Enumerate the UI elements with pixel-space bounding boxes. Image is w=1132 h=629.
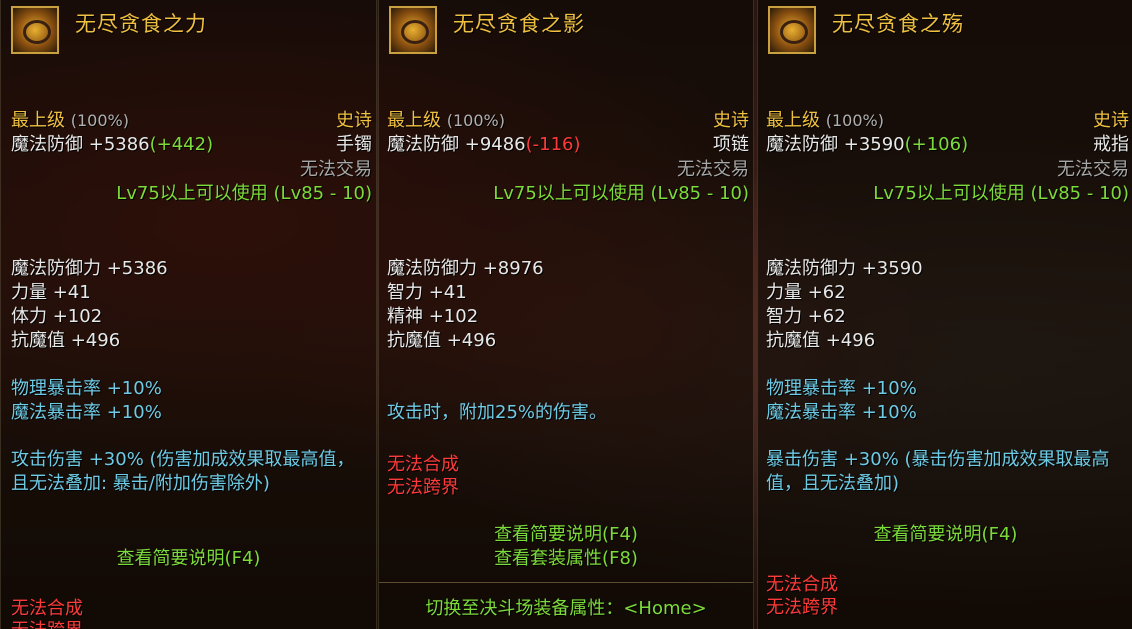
restriction-line: 无法跨界 (11, 616, 83, 629)
rarity-label: 史诗 (1093, 110, 1129, 131)
effect-text: 暴击伤害 +30% (暴击伤害加成效果取最高值，且无法叠加) (766, 449, 1110, 494)
effect-text: 攻击时，附加25%的伤害。 (387, 402, 608, 423)
crit-line: 魔法暴击率 +10% (766, 402, 917, 423)
item-name: 无尽贪食之殇 (832, 12, 964, 36)
necklace-icon (389, 6, 437, 54)
view-summary-link[interactable]: 查看简要说明(F4) (758, 520, 1132, 546)
grade-row: 最上级 (100%) (387, 106, 505, 132)
crit-line: 物理暴击率 +10% (766, 378, 917, 399)
stat-line: 魔法防御力 +3590 (766, 258, 923, 279)
stat-line: 力量 +62 (766, 282, 846, 303)
stat-line: 智力 +41 (387, 282, 467, 303)
bracelet-icon (11, 6, 59, 54)
slot-label: 戒指 (1093, 134, 1129, 155)
crit-line: 物理暴击率 +10% (11, 378, 162, 399)
restriction-line: 无法跨界 (766, 597, 838, 618)
item-name: 无尽贪食之影 (453, 12, 585, 36)
trade-label: 无法交易 (300, 159, 372, 180)
defense-label: 魔法防御 (11, 134, 83, 155)
effect-text: 攻击伤害 +30% (伤害加成效果取最高值，且无法叠加: 暴击/附加伤害除外) (11, 449, 355, 494)
level-requirement: Lv75以上可以使用 (Lv85 - 10) (116, 183, 372, 204)
level-requirement: Lv75以上可以使用 (Lv85 - 10) (873, 183, 1129, 204)
defense-value: +3590 (843, 134, 905, 155)
stat-line: 精神 +102 (387, 306, 479, 327)
stat-line: 抗魔值 +496 (387, 330, 497, 351)
stat-line: 抗魔值 +496 (11, 330, 121, 351)
trade-label: 无法交易 (1057, 159, 1129, 180)
slot-label: 手镯 (336, 134, 372, 155)
level-requirement: Lv75以上可以使用 (Lv85 - 10) (493, 183, 749, 204)
defense-label: 魔法防御 (766, 134, 838, 155)
grade-label: 最上级 (11, 110, 65, 131)
divider (379, 582, 753, 583)
grade-percent: (100%) (825, 111, 884, 130)
defense-diff: (-116) (525, 134, 581, 155)
defense-row: 魔法防御 +5386(+442) (11, 130, 213, 156)
grade-label: 最上级 (766, 110, 820, 131)
rarity-label: 史诗 (336, 110, 372, 131)
item-name: 无尽贪食之力 (75, 12, 207, 36)
rarity-label: 史诗 (713, 110, 749, 131)
crit-line: 魔法暴击率 +10% (11, 402, 162, 423)
trade-label: 无法交易 (677, 159, 749, 180)
defense-label: 魔法防御 (387, 134, 459, 155)
grade-row: 最上级 (100%) (766, 106, 884, 132)
stat-line: 力量 +41 (11, 282, 91, 303)
defense-value: +5386 (88, 134, 150, 155)
view-set-attributes-link[interactable]: 查看套装属性(F8) (379, 544, 753, 570)
view-summary-link[interactable]: 查看简要说明(F4) (1, 544, 376, 570)
slot-label: 项链 (713, 134, 749, 155)
item-tooltip-power: 无尽贪食之力 最上级 (100%) 史诗 魔法防御 +5386(+442) 手镯… (0, 0, 377, 629)
view-summary-link[interactable]: 查看简要说明(F4) (379, 520, 753, 546)
defense-row: 魔法防御 +3590(+106) (766, 130, 968, 156)
defense-value: +9486 (464, 134, 526, 155)
item-tooltip-shadow: 无尽贪食之影 最上级 (100%) 史诗 魔法防御 +9486(-116) 项链… (378, 0, 754, 629)
stat-line: 魔法防御力 +5386 (11, 258, 168, 279)
switch-arena-link[interactable]: 切换至决斗场装备属性：<Home> (379, 594, 753, 620)
item-tooltip-sorrow: 无尽贪食之殇 最上级 (100%) 史诗 魔法防御 +3590(+106) 戒指… (757, 0, 1132, 629)
defense-row: 魔法防御 +9486(-116) (387, 130, 581, 156)
grade-percent: (100%) (446, 111, 505, 130)
defense-diff: (+106) (904, 134, 969, 155)
grade-row: 最上级 (100%) (11, 106, 129, 132)
grade-percent: (100%) (70, 111, 129, 130)
stat-line: 智力 +62 (766, 306, 846, 327)
defense-diff: (+442) (149, 134, 214, 155)
stat-line: 抗魔值 +496 (766, 330, 876, 351)
stat-line: 体力 +102 (11, 306, 103, 327)
stat-line: 魔法防御力 +8976 (387, 258, 544, 279)
grade-label: 最上级 (387, 110, 441, 131)
restriction-line: 无法跨界 (387, 477, 459, 498)
ring-icon (768, 6, 816, 54)
